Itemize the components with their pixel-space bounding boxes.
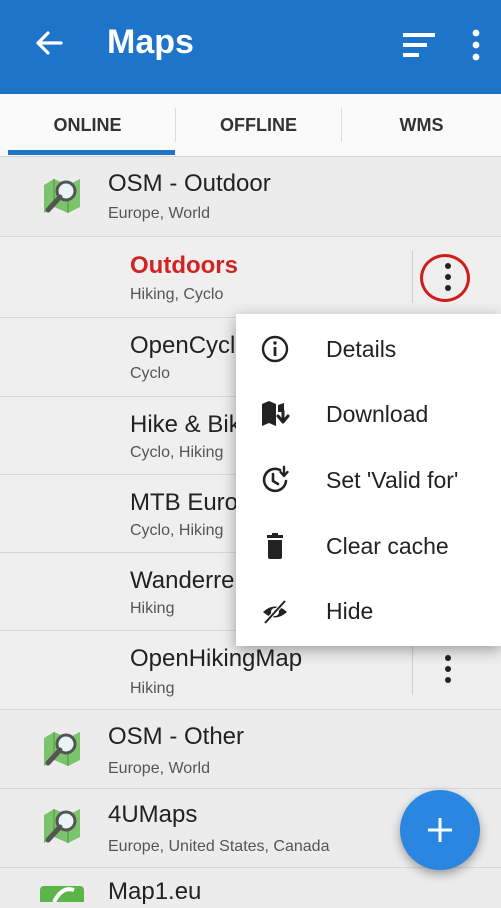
list-item-title: 4UMaps xyxy=(108,801,198,828)
menu-item-label: Clear cache xyxy=(326,533,449,559)
more-vert-icon[interactable] xyxy=(468,28,484,62)
list-item-subtitle: Cyclo, Hiking xyxy=(130,444,224,461)
list-item-title: OSM - Outdoor xyxy=(108,170,271,197)
menu-item-label: Set 'Valid for' xyxy=(326,467,459,493)
trash-icon xyxy=(267,533,283,559)
context-menu: Details Download Set 'Valid for' Clear c… xyxy=(236,314,501,646)
list-item-subtitle: Hiking xyxy=(130,600,175,617)
list-item-title: Map1.eu xyxy=(108,878,202,905)
info-icon xyxy=(261,335,289,363)
highlight-circle xyxy=(420,254,470,302)
arrow-back-icon[interactable] xyxy=(34,28,64,58)
list-item-title: Outdoors xyxy=(130,252,238,279)
list-item-title: OpenCycle xyxy=(130,332,249,359)
page-title: Maps xyxy=(107,23,194,61)
more-vert-icon[interactable] xyxy=(436,651,460,687)
add-map-button[interactable] xyxy=(400,790,480,870)
plus-icon xyxy=(428,818,452,842)
tab-wms[interactable]: WMS xyxy=(342,94,501,156)
menu-item-download[interactable]: Download xyxy=(236,382,501,446)
menu-item-clear-cache[interactable]: Clear cache xyxy=(236,514,501,578)
hide-icon xyxy=(263,599,287,625)
list-group-osm-outdoor[interactable]: OSM - Outdoor Europe, World xyxy=(0,157,501,237)
list-item-subtitle: Cyclo, Hiking xyxy=(130,522,224,539)
sort-icon[interactable] xyxy=(401,30,437,60)
divider xyxy=(412,643,413,695)
menu-item-label: Details xyxy=(326,336,397,362)
tab-offline[interactable]: OFFLINE xyxy=(176,94,341,156)
list-item-subtitle: Hiking xyxy=(130,680,175,697)
list-group-map1eu[interactable]: Map1.eu xyxy=(0,868,501,908)
list-item-subtitle: Europe, World xyxy=(108,760,210,777)
list-item-subtitle: Hiking, Cyclo xyxy=(130,286,224,303)
tab-indicator xyxy=(8,150,175,155)
menu-item-hide[interactable]: Hide xyxy=(236,579,501,643)
divider xyxy=(412,251,413,303)
map-search-icon xyxy=(44,732,80,766)
app-bar: Maps xyxy=(0,0,501,94)
list-item-title: OSM - Other xyxy=(108,723,245,750)
list-item-subtitle: Europe, United States, Canada xyxy=(108,838,330,855)
menu-item-details[interactable]: Details xyxy=(236,317,501,381)
menu-item-label: Hide xyxy=(326,598,374,624)
list-item-title: MTB Europ xyxy=(130,489,252,516)
download-map-icon xyxy=(262,401,290,426)
tab-online[interactable]: ONLINE xyxy=(0,94,175,156)
map-search-icon xyxy=(44,809,80,843)
list-item-title: OpenHikingMap xyxy=(130,645,303,672)
list-item-title: Wanderreit xyxy=(130,567,247,594)
menu-item-label: Download xyxy=(326,401,429,427)
list-item-subtitle: Cyclo xyxy=(130,365,171,382)
list-group-osm-other[interactable]: OSM - Other Europe, World xyxy=(0,710,501,789)
map-search-icon xyxy=(44,179,80,213)
tab-bar: ONLINE OFFLINE WMS xyxy=(0,94,501,157)
map1-icon xyxy=(40,886,84,902)
menu-item-set-valid-for[interactable]: Set 'Valid for' xyxy=(236,448,501,512)
valid-for-icon xyxy=(262,465,289,493)
list-item-subtitle: Europe, World xyxy=(108,205,210,222)
